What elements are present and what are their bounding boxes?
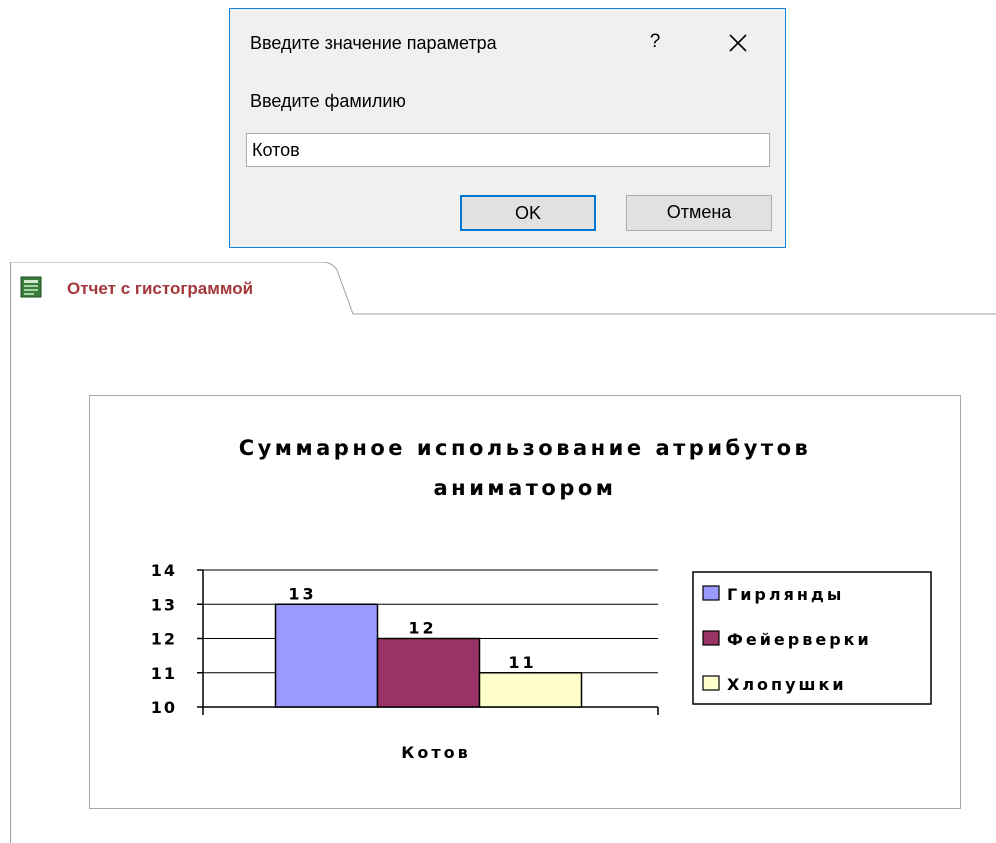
data-label: 13 bbox=[288, 584, 316, 603]
y-tick-label: 13 bbox=[151, 595, 177, 614]
data-label: 12 bbox=[408, 619, 436, 638]
legend-label: Хлопушки bbox=[727, 675, 847, 694]
y-tick-label: 14 bbox=[151, 561, 177, 580]
legend-swatch bbox=[702, 630, 720, 646]
data-label: 11 bbox=[508, 653, 536, 672]
bar bbox=[376, 637, 481, 708]
legend-label: Фейерверки bbox=[727, 630, 872, 649]
legend-label: Гирлянды bbox=[727, 585, 844, 604]
y-tick-label: 11 bbox=[151, 664, 177, 683]
y-tick-label: 10 bbox=[151, 698, 177, 717]
y-tick-label: 12 bbox=[151, 630, 177, 649]
x-category-label: Котов bbox=[401, 743, 470, 762]
bar-chart: 10 11 12 13 14 13 12 11 Котов Гирлянды Фейерверки Х… bbox=[151, 561, 932, 762]
bar bbox=[274, 603, 379, 708]
legend-swatch bbox=[702, 585, 720, 601]
bar bbox=[478, 672, 583, 708]
legend-swatch bbox=[702, 675, 720, 691]
